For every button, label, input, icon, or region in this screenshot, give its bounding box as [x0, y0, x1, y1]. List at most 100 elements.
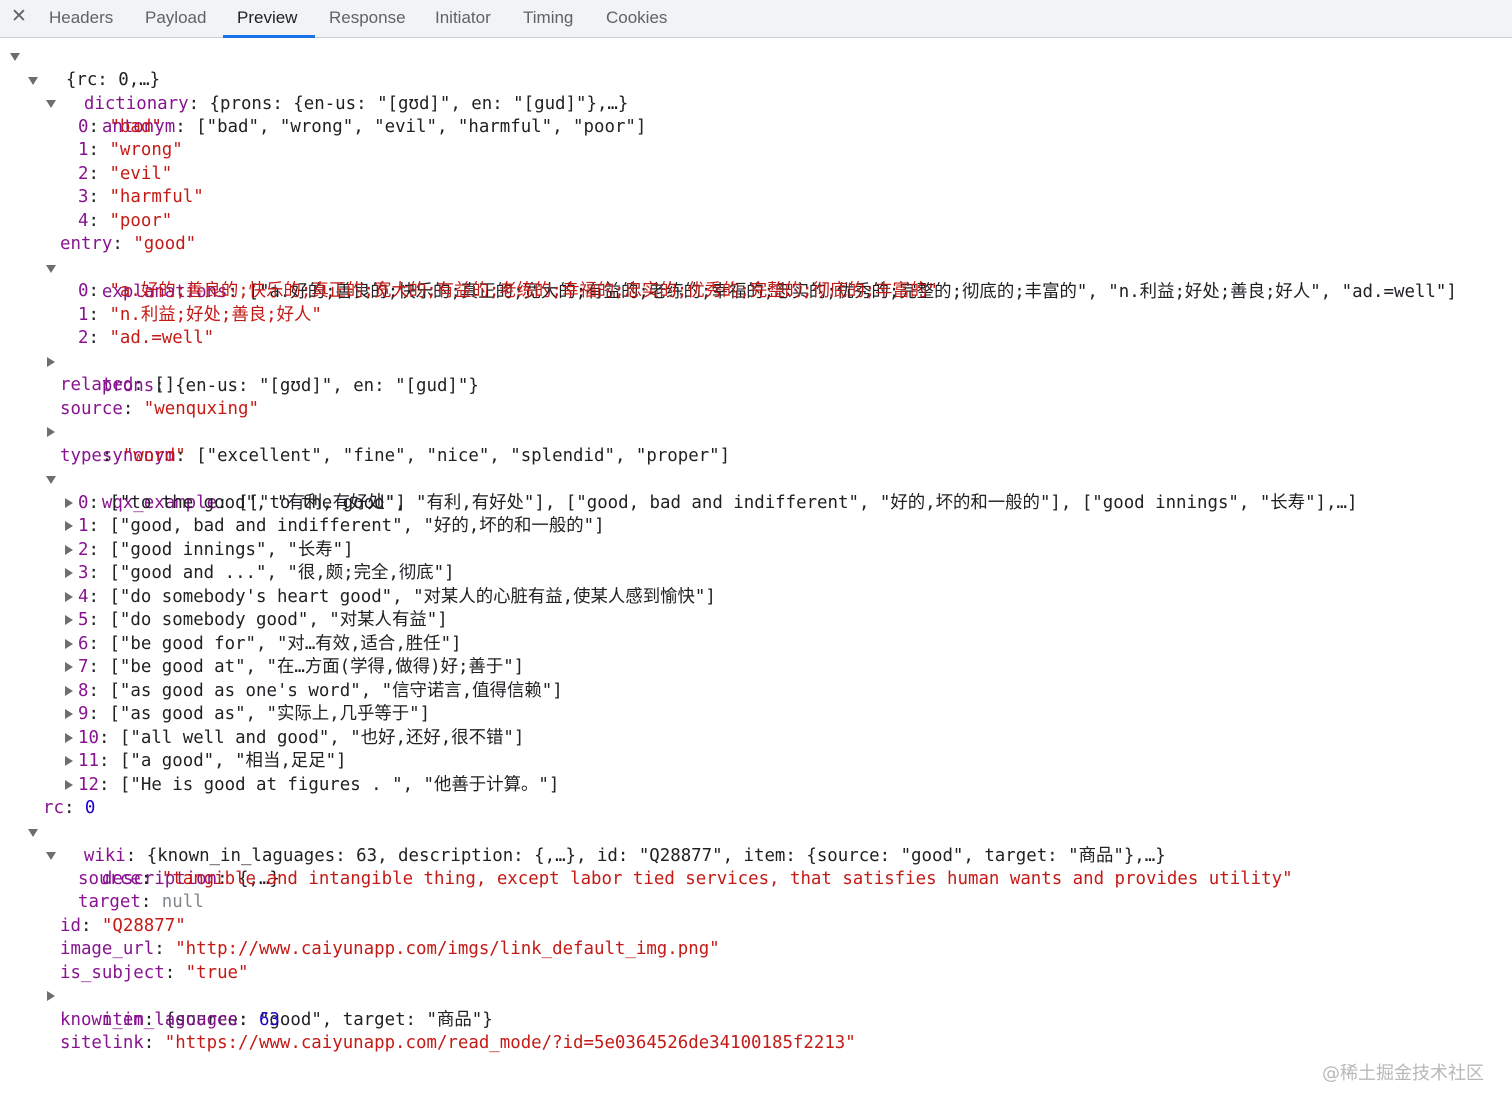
property-summary: ["all well and good", "也好,还好,很不错"]: [119, 727, 525, 748]
expand-triangle-icon[interactable]: [46, 852, 56, 860]
tab-timing[interactable]: Timing: [523, 0, 573, 37]
array-index: 0: [78, 492, 89, 513]
collapse-triangle-icon[interactable]: [47, 427, 55, 437]
string-value: "evil": [109, 163, 173, 184]
tree-leaf[interactable]: 1: "n.利益;好处;善良;好人": [78, 303, 322, 327]
array-index: 12: [78, 774, 99, 795]
tree-leaf-source[interactable]: source: "wenquxing": [60, 397, 259, 421]
tree-node-example[interactable]: 4: ["do somebody's heart good", "对某人的心脏有…: [64, 585, 716, 609]
property-key: target: [78, 892, 141, 912]
tree-node-example[interactable]: 10: ["all well and good", "也好,还好,很不错"]: [64, 726, 524, 750]
tree-leaf-related[interactable]: related: []: [60, 373, 175, 397]
tree-leaf-sitelink[interactable]: sitelink: "https://www.caiyunapp.com/rea…: [60, 1031, 856, 1055]
array-index: 1: [78, 304, 89, 325]
tree-leaf-type[interactable]: type: "word": [60, 444, 186, 468]
tree-node-prons[interactable]: prons: {en-us: "[gʊd]", en: "[gud]"}: [46, 350, 479, 396]
tree-node-example[interactable]: 8: ["as good as one's word", "信守诺言,值得信赖"…: [64, 679, 563, 703]
tree-node-dictionary[interactable]: dictionary: {prons: {en-us: "[gʊd]", en:…: [28, 68, 628, 114]
tree-node-item[interactable]: item: {source: "good", target: "商品"}: [46, 984, 493, 1030]
tree-node-antonym[interactable]: antonym: ["bad", "wrong", "evil", "harmf…: [46, 91, 646, 137]
tree-node-example[interactable]: 6: ["be good for", "对…有效,适合,胜任"]: [64, 632, 462, 656]
watermark: @稀土掘金技术社区: [1322, 1063, 1484, 1084]
tree-leaf[interactable]: 2: "evil": [78, 162, 172, 186]
tree-leaf-id[interactable]: id: "Q28877": [60, 914, 186, 938]
collapse-triangle-icon[interactable]: [65, 521, 73, 531]
collapse-triangle-icon[interactable]: [65, 544, 73, 555]
array-index: 4: [78, 210, 89, 231]
property-key: known_in_laguages: [60, 1009, 238, 1030]
tree-node-example[interactable]: 3: ["good and ...", "很,颇;完全,彻底"]: [64, 561, 455, 585]
collapse-triangle-icon[interactable]: [65, 756, 73, 766]
close-icon[interactable]: ✕: [8, 6, 30, 28]
tab-headers[interactable]: Headers: [49, 0, 113, 37]
property-summary: ["He is good at figures . ", "他善于计算。"]: [119, 774, 560, 795]
tree-node-example[interactable]: 12: ["He is good at figures . ", "他善于计算。…: [64, 773, 559, 797]
tree-node-example[interactable]: 2: ["good innings", "长寿"]: [64, 538, 354, 562]
collapse-triangle-icon[interactable]: [65, 779, 73, 790]
tree-node-example[interactable]: 0: ["to the good", "有利,有好处"]: [64, 491, 406, 515]
tree-node-example[interactable]: 5: ["do somebody good", "对某人有益"]: [64, 608, 448, 632]
tree-node-wiki[interactable]: wiki: {known_in_laguages: 63, descriptio…: [28, 820, 1166, 866]
collapse-triangle-icon[interactable]: [47, 991, 55, 1001]
array-index: 1: [78, 140, 89, 160]
tab-initiator[interactable]: Initiator: [435, 0, 491, 37]
tree-leaf[interactable]: 0: "bad": [78, 115, 162, 139]
string-value: "a.好的;善良的;快乐的;真正的;宽大的;有益的;老练的;幸福的;忠实的;优秀…: [109, 281, 938, 301]
collapse-triangle-icon[interactable]: [65, 638, 73, 649]
tree-node-example[interactable]: 9: ["as good as", "实际上,几乎等于"]: [64, 702, 430, 726]
tree-root[interactable]: {rc: 0,…}: [10, 44, 160, 90]
collapse-triangle-icon[interactable]: [65, 685, 73, 696]
collapse-triangle-icon[interactable]: [65, 662, 73, 672]
tree-node-example[interactable]: 11: ["a good", "相当,足足"]: [64, 749, 347, 773]
tree-leaf-known-in-laguages[interactable]: known_in_laguages: 63: [60, 1008, 280, 1032]
tab-response[interactable]: Response: [329, 0, 406, 37]
tree-leaf-entry[interactable]: entry: "good": [60, 232, 196, 256]
tree-leaf-image-url[interactable]: image_url: "http://www.caiyunapp.com/img…: [60, 937, 720, 961]
tree-leaf-description-source[interactable]: source: "tangible and intangible thing, …: [78, 867, 1293, 891]
tree-leaf-is-subject[interactable]: is_subject: "true": [60, 961, 248, 985]
collapse-triangle-icon[interactable]: [65, 709, 73, 719]
expand-triangle-icon[interactable]: [46, 476, 56, 484]
tree-leaf[interactable]: 1: "wrong": [78, 138, 183, 162]
property-key: entry: [60, 234, 113, 254]
property-summary: ["a good", "相当,足足"]: [119, 751, 347, 771]
array-index: 7: [78, 657, 89, 677]
property-key: is_subject: [60, 962, 165, 983]
collapse-triangle-icon[interactable]: [65, 732, 73, 743]
tree-leaf[interactable]: 2: "ad.=well": [78, 326, 214, 350]
array-index: 2: [78, 539, 89, 560]
tree-leaf-description-target[interactable]: target: null: [78, 890, 204, 914]
tree-leaf[interactable]: 3: "harmful": [78, 185, 204, 209]
property-summary: ["do somebody's heart good", "对某人的心脏有益,使…: [109, 586, 716, 607]
tree-node-example[interactable]: 1: ["good, bad and indifferent", "好的,坏的和…: [64, 514, 605, 538]
property-key: rc: [43, 798, 64, 818]
expand-triangle-icon[interactable]: [46, 100, 56, 108]
tree-leaf[interactable]: 4: "poor": [78, 209, 172, 233]
expand-triangle-icon[interactable]: [28, 76, 38, 85]
tab-cookies[interactable]: Cookies: [606, 0, 667, 37]
expand-triangle-icon[interactable]: [10, 53, 20, 61]
collapse-triangle-icon[interactable]: [47, 356, 55, 367]
expand-triangle-icon[interactable]: [28, 828, 38, 837]
expand-triangle-icon[interactable]: [46, 264, 56, 273]
collapse-triangle-icon[interactable]: [65, 615, 73, 625]
tree-node-wqx-example[interactable]: wqx_example: [["to the good", "有利,有好处"],…: [46, 467, 1357, 513]
array-index: 4: [78, 586, 89, 607]
property-summary: [["to the good", "有利,有好处"], ["good, bad …: [238, 493, 1358, 513]
tree-node-example[interactable]: 7: ["be good at", "在…方面(学得,做得)好;善于"]: [64, 655, 524, 679]
tree-node-explanations[interactable]: explanations: ["a.好的;善良的;快乐的;真正的;宽大的;有益的…: [46, 256, 1457, 302]
collapse-triangle-icon[interactable]: [65, 497, 73, 508]
tree-node-synonym[interactable]: synonym: ["excellent", "fine", "nice", "…: [46, 420, 730, 466]
collapse-triangle-icon[interactable]: [65, 591, 73, 602]
tab-preview[interactable]: Preview: [237, 0, 297, 37]
tree-leaf[interactable]: 0: "a.好的;善良的;快乐的;真正的;宽大的;有益的;老练的;幸福的;忠实的…: [78, 279, 938, 303]
property-summary: ["to the good", "有利,有好处"]: [109, 492, 406, 513]
string-value: "true": [185, 962, 249, 983]
tree-leaf-rc[interactable]: rc: 0: [43, 796, 95, 820]
property-key: source: [78, 868, 141, 889]
collapse-triangle-icon[interactable]: [65, 568, 73, 578]
array-index: 11: [78, 751, 99, 771]
tree-node-description[interactable]: description: {,…}: [46, 843, 280, 889]
tab-payload[interactable]: Payload: [145, 0, 206, 37]
array-index: 3: [78, 187, 89, 207]
